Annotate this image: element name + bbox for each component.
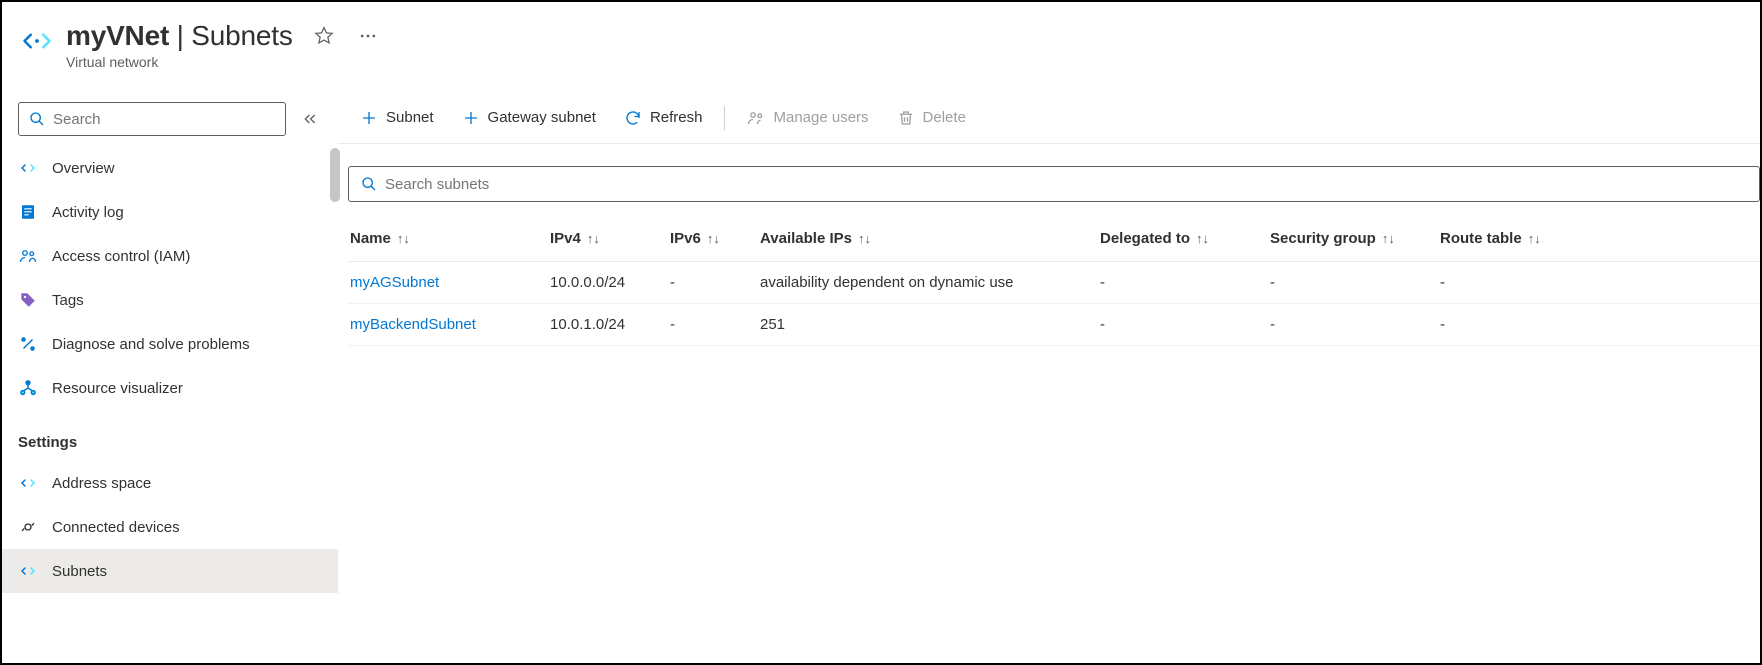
toolbar-label: Subnet (386, 109, 434, 126)
search-icon (361, 176, 377, 192)
page-header: myVNet | Subnets Virtual network (2, 2, 1760, 92)
sort-icon: ↑↓ (1528, 231, 1541, 246)
sort-icon: ↑↓ (1196, 231, 1209, 246)
sidebar-item-tags[interactable]: Tags (2, 278, 338, 322)
subnet-link[interactable]: myBackendSubnet (350, 316, 476, 333)
vnet-icon (22, 26, 52, 59)
more-button[interactable] (355, 23, 381, 49)
people-icon (18, 246, 38, 266)
plus-icon (462, 109, 480, 127)
col-name[interactable]: Name↑↓ (348, 220, 548, 262)
sidebar-item-label: Activity log (52, 204, 124, 221)
visualizer-icon (18, 378, 38, 398)
page-title: myVNet | Subnets (66, 20, 293, 52)
cell-security-group: - (1268, 304, 1438, 346)
sidebar-item-label: Resource visualizer (52, 380, 183, 397)
sidebar-item-label: Address space (52, 475, 151, 492)
cell-ipv4: 10.0.1.0/24 (548, 304, 668, 346)
add-subnet-button[interactable]: Subnet (348, 98, 446, 138)
star-icon (314, 26, 334, 46)
col-delegated-to[interactable]: Delegated to↑↓ (1098, 220, 1268, 262)
sidebar-item-overview[interactable]: Overview (2, 146, 338, 190)
sidebar-item-address-space[interactable]: Address space (2, 461, 338, 505)
sidebar-search[interactable] (18, 102, 286, 136)
cell-route-table: - (1438, 304, 1760, 346)
delete-button: Delete (885, 98, 978, 138)
search-icon (29, 111, 45, 127)
sidebar-item-label: Access control (IAM) (52, 248, 190, 265)
refresh-icon (624, 109, 642, 127)
subnet-search-input[interactable] (385, 176, 1747, 193)
page-subtitle: Virtual network (66, 54, 381, 70)
sidebar-section-settings: Settings (2, 410, 338, 461)
people-icon (747, 109, 765, 127)
sidebar-item-diagnose[interactable]: Diagnose and solve problems (2, 322, 338, 366)
subnets-table: Name↑↓ IPv4↑↓ IPv6↑↓ Available IPs↑↓ Del… (348, 220, 1760, 346)
cell-available-ips: 251 (758, 304, 1098, 346)
nav-list: Overview Activity log (2, 146, 338, 593)
toolbar-label: Manage users (773, 109, 868, 126)
sidebar-item-label: Subnets (52, 563, 107, 580)
sidebar: Overview Activity log (2, 92, 338, 663)
add-gateway-subnet-button[interactable]: Gateway subnet (450, 98, 608, 138)
cell-delegated-to: - (1098, 262, 1268, 304)
sort-icon: ↑↓ (397, 231, 410, 246)
tag-icon (18, 290, 38, 310)
troubleshoot-icon (18, 334, 38, 354)
table-row[interactable]: myBackendSubnet 10.0.1.0/24 - 251 - - - (348, 304, 1760, 346)
ellipsis-icon (358, 26, 378, 46)
cell-delegated-to: - (1098, 304, 1268, 346)
sidebar-item-label: Diagnose and solve problems (52, 336, 250, 353)
sidebar-item-activity-log[interactable]: Activity log (2, 190, 338, 234)
cell-route-table: - (1438, 262, 1760, 304)
sort-icon: ↑↓ (707, 231, 720, 246)
collapse-sidebar-button[interactable] (298, 107, 322, 131)
manage-users-button: Manage users (735, 98, 880, 138)
main-pane: Subnet Gateway subnet Refresh (338, 92, 1760, 663)
subnets-icon (18, 561, 38, 581)
plus-icon (360, 109, 378, 127)
subnet-search[interactable] (348, 166, 1760, 202)
toolbar-label: Delete (923, 109, 966, 126)
cell-available-ips: availability dependent on dynamic use (758, 262, 1098, 304)
cell-ipv4: 10.0.0.0/24 (548, 262, 668, 304)
cell-security-group: - (1268, 262, 1438, 304)
sidebar-search-input[interactable] (53, 111, 275, 128)
sort-icon: ↑↓ (858, 231, 871, 246)
table-row[interactable]: myAGSubnet 10.0.0.0/24 - availability de… (348, 262, 1760, 304)
sort-icon: ↑↓ (587, 231, 600, 246)
log-icon (18, 202, 38, 222)
refresh-button[interactable]: Refresh (612, 98, 715, 138)
sidebar-item-connected-devices[interactable]: Connected devices (2, 505, 338, 549)
sidebar-item-label: Connected devices (52, 519, 180, 536)
sidebar-item-label: Overview (52, 160, 115, 177)
toolbar-label: Refresh (650, 109, 703, 126)
sidebar-scrollbar[interactable] (330, 148, 340, 663)
sidebar-item-access-control[interactable]: Access control (IAM) (2, 234, 338, 278)
col-route-table[interactable]: Route table↑↓ (1438, 220, 1760, 262)
subnet-link[interactable]: myAGSubnet (350, 274, 439, 291)
sidebar-item-resource-visualizer[interactable]: Resource visualizer (2, 366, 338, 410)
cell-ipv6: - (668, 262, 758, 304)
trash-icon (897, 109, 915, 127)
toolbar: Subnet Gateway subnet Refresh (338, 92, 1760, 144)
cell-ipv6: - (668, 304, 758, 346)
col-ipv4[interactable]: IPv4↑↓ (548, 220, 668, 262)
toolbar-label: Gateway subnet (488, 109, 596, 126)
sort-icon: ↑↓ (1382, 231, 1395, 246)
table-header: Name↑↓ IPv4↑↓ IPv6↑↓ Available IPs↑↓ Del… (348, 220, 1760, 262)
sidebar-item-subnets[interactable]: Subnets (2, 549, 338, 593)
sidebar-item-label: Tags (52, 292, 84, 309)
col-available-ips[interactable]: Available IPs↑↓ (758, 220, 1098, 262)
plug-icon (18, 517, 38, 537)
address-space-icon (18, 473, 38, 493)
col-ipv6[interactable]: IPv6↑↓ (668, 220, 758, 262)
toolbar-separator (724, 106, 725, 130)
vnet-small-icon (18, 158, 38, 178)
favorite-button[interactable] (311, 23, 337, 49)
scrollbar-thumb[interactable] (330, 148, 340, 202)
col-security-group[interactable]: Security group↑↓ (1268, 220, 1438, 262)
chevron-double-left-icon (302, 111, 318, 127)
